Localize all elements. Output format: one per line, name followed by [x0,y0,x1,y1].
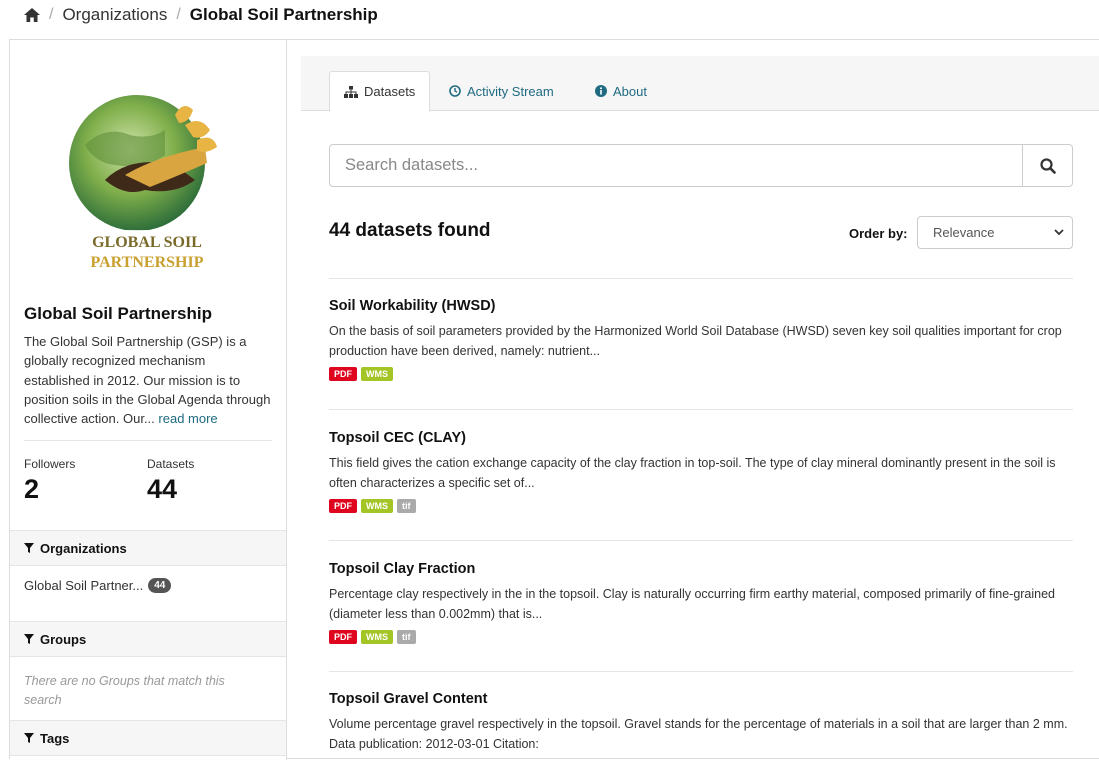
dataset-item: Topsoil Gravel Content Volume percentage… [329,691,1073,754]
followers-count: 2 [24,474,40,504]
tab-bar: Datasets Activity Stream About [301,56,1099,112]
organization-title: Global Soil Partnership [24,304,212,323]
format-badge-wms[interactable]: WMS [361,499,393,513]
page-frame: GLOBAL SOIL PARTNERSHIP Global Soil Part… [9,39,1099,760]
description-text: The Global Soil Partnership (GSP) is a g… [24,334,271,427]
format-badges: PDF WMS tif [329,630,1073,644]
facet-heading-label: Tags [40,730,70,746]
facet-heading-organizations: Organizations [10,530,286,566]
order-by-value: Relevance [933,225,995,240]
divider [24,440,272,441]
sidebar: GLOBAL SOIL PARTNERSHIP Global Soil Part… [10,40,287,760]
facet-heading-tags: Tags [10,720,286,756]
tab-label: Activity Stream [467,83,554,99]
dataset-description: Volume percentage gravel respectively in… [329,717,1068,751]
tab-label: About [613,83,647,99]
search-icon [1039,157,1056,174]
dataset-title-link[interactable]: Topsoil CEC (CLAY) [329,430,1073,446]
dataset-item: Topsoil Clay Fraction Percentage clay re… [329,561,1073,644]
groups-empty-note: There are no Groups that match this sear… [24,674,225,707]
dataset-item: Soil Workability (HWSD) On the basis of … [329,298,1073,381]
order-by-label: Order by: [849,226,908,241]
followers-stat: Followers 2 [24,457,75,505]
tab-datasets[interactable]: Datasets [329,71,431,112]
facet-heading-label: Groups [40,631,87,647]
info-icon [595,85,607,97]
breadcrumb-organizations[interactable]: Organizations [62,5,167,25]
chevron-down-icon [1054,229,1064,236]
format-badge-pdf[interactable]: PDF [329,499,357,513]
facet-heading-groups: Groups [10,621,286,657]
divider [329,278,1073,279]
read-more-link[interactable]: read more [158,411,217,426]
breadcrumb-separator: / [176,6,181,23]
divider [329,540,1073,541]
dataset-title-link[interactable]: Topsoil Clay Fraction [329,561,1073,577]
sitemap-icon [344,85,358,98]
filter-icon [24,634,34,644]
breadcrumb-separator: / [49,6,54,23]
search-box [329,144,1073,187]
logo-text-line2: PARTNERSHIP [91,254,204,271]
datasets-count: 44 [147,474,178,504]
facet-item-count: 44 [148,578,172,593]
format-badge-tif[interactable]: tif [397,630,416,644]
breadcrumb-current[interactable]: Global Soil Partnership [190,5,378,25]
datasets-stat: Datasets 44 [147,457,194,505]
tab-about[interactable]: About [581,71,661,111]
format-badge-wms[interactable]: WMS [361,630,393,644]
order-by-select[interactable]: Relevance [917,216,1073,249]
datasets-label: Datasets [147,457,195,471]
home-icon[interactable] [24,8,40,22]
search-input[interactable] [330,145,1022,186]
facet-item-label: Global Soil Partner... [24,578,144,593]
facet-item-organization[interactable]: Global Soil Partner... 44 [24,578,172,593]
organization-description: The Global Soil Partnership (GSP) is a g… [24,332,274,428]
search-button[interactable] [1022,145,1072,186]
main-content: Datasets Activity Stream About Search da… [301,56,1099,756]
clock-icon [449,85,461,97]
divider [329,671,1073,672]
dataset-item: Topsoil CEC (CLAY) This field gives the … [329,430,1073,513]
facet-heading-label: Organizations [40,540,127,556]
format-badge-pdf[interactable]: PDF [329,630,357,644]
format-badges: PDF WMS [329,367,1073,381]
dataset-title-link[interactable]: Soil Workability (HWSD) [329,298,1073,314]
dataset-description: Percentage clay respectively in the in t… [329,587,1056,621]
format-badge-tif[interactable]: tif [397,499,416,513]
results-count: 44 datasets found [329,220,491,241]
tab-label: Datasets [364,84,416,99]
divider [329,409,1073,410]
format-badges: PDF WMS tif [329,499,1073,513]
format-badge-wms[interactable]: WMS [361,367,393,381]
format-badge-pdf[interactable]: PDF [329,367,357,381]
breadcrumb: / Organizations / Global Soil Partnershi… [24,4,378,26]
logo-text-line1: GLOBAL SOIL [92,234,202,251]
dataset-description: This field gives the cation exchange cap… [329,456,1056,490]
followers-label: Followers [24,457,76,471]
dataset-title-link[interactable]: Topsoil Gravel Content [329,691,1073,707]
filter-icon [24,733,34,743]
dataset-description: On the basis of soil parameters provided… [329,324,1062,358]
organization-logo[interactable]: GLOBAL SOIL PARTNERSHIP [55,85,235,275]
filter-icon [24,543,34,553]
tab-activity-stream[interactable]: Activity Stream [435,71,568,111]
